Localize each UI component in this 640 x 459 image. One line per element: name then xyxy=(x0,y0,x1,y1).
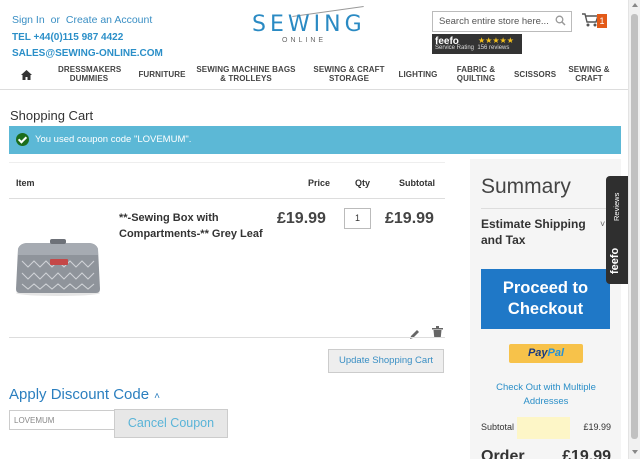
nav-item-sewing-machine-bags[interactable]: SEWING MACHINE BAGS & TROLLEYS xyxy=(193,65,299,83)
estimate-shipping-toggle[interactable]: Estimate Shipping and Tax xyxy=(481,216,593,248)
nav-item-lighting[interactable]: LIGHTING xyxy=(397,70,439,79)
nav-item-fabric-quilting[interactable]: FABRIC & QUILTING xyxy=(452,65,500,83)
feefo-tab-label: Reviews xyxy=(612,192,621,221)
highlight-bar xyxy=(517,417,570,439)
main-navigation: DRESSMAKERS DUMMIES FURNITURE SEWING MAC… xyxy=(0,60,628,90)
logo-word: SEWING xyxy=(252,12,366,37)
nav-item-sewing-craft-storage[interactable]: SEWING & CRAFT STORAGE xyxy=(312,65,386,83)
discount-toggle[interactable]: Apply Discount Code ˄ xyxy=(9,386,160,403)
feefo-tab-brand: feefo xyxy=(609,247,621,274)
scroll-down-icon[interactable] xyxy=(632,450,638,454)
chevron-down-icon[interactable]: ˅ xyxy=(600,219,605,229)
order-summary: Summary Estimate Shipping and Tax ˅ Proc… xyxy=(470,159,621,459)
col-price: Price xyxy=(308,178,331,188)
check-icon xyxy=(16,133,29,146)
page-title: Shopping Cart xyxy=(10,108,94,123)
alert-message: You used coupon code "LOVEMUM". xyxy=(35,134,192,145)
order-total-value: £19.99 xyxy=(562,448,611,459)
phone-number: TEL +44(0)115 987 4422 xyxy=(12,32,124,43)
discount-title: Apply Discount Code xyxy=(9,386,150,403)
product-image[interactable] xyxy=(12,235,104,297)
cart-count-badge[interactable]: 1 xyxy=(597,14,607,28)
col-item: Item xyxy=(16,178,35,188)
pencil-icon[interactable] xyxy=(409,327,420,345)
order-total-label: Order xyxy=(481,448,525,459)
col-subtotal: Subtotal xyxy=(399,178,435,188)
nav-item-dressmakers-dummies[interactable]: DRESSMAKERS DUMMIES xyxy=(58,65,121,83)
paypal-logo-pal: Pal xyxy=(547,347,565,359)
product-name-link[interactable]: **-Sewing Box with Compartments-** Grey … xyxy=(119,210,269,242)
feefo-service-rating: Service Rating 156 reviews xyxy=(435,45,510,51)
coupon-success-alert: You used coupon code "LOVEMUM". xyxy=(9,126,621,154)
update-cart-button[interactable]: Update Shopping Cart xyxy=(328,349,444,373)
or-text: or xyxy=(50,14,60,26)
summary-divider xyxy=(481,208,611,209)
site-logo[interactable]: SEWING ONLINE xyxy=(252,5,366,48)
vertical-scrollbar[interactable] xyxy=(628,0,640,459)
proceed-to-checkout-button[interactable]: Proceed to Checkout xyxy=(481,269,610,329)
cart-table-header: Item Price Qty Subtotal xyxy=(9,162,445,199)
multiple-addresses-link[interactable]: Check Out with Multiple Addresses xyxy=(481,381,611,409)
chevron-up-icon: ˄ xyxy=(154,391,160,402)
row-divider xyxy=(9,337,445,338)
logo-sub: ONLINE xyxy=(282,37,327,44)
summary-title: Summary xyxy=(481,175,571,198)
sign-in-link[interactable]: Sign In xyxy=(12,14,45,26)
quantity-input[interactable]: 1 xyxy=(344,208,371,229)
search-input[interactable]: Search entire store here... xyxy=(432,11,572,32)
search-icon[interactable] xyxy=(555,15,566,29)
rating-stars-icon: ★★★★★ xyxy=(478,36,514,45)
scroll-up-icon[interactable] xyxy=(632,3,638,7)
create-account-link[interactable]: Create an Account xyxy=(66,14,152,26)
scrollbar-thumb[interactable] xyxy=(631,14,638,439)
item-price: £19.99 xyxy=(277,210,326,227)
nav-item-sewing-craft[interactable]: SEWING & CRAFT xyxy=(566,65,612,83)
item-subtotal: £19.99 xyxy=(385,210,434,227)
coupon-code-input[interactable]: LOVEMUM xyxy=(9,410,115,430)
header-links: Sign In or Create an Account TEL +44(0)1… xyxy=(12,12,163,62)
cancel-coupon-button[interactable]: Cancel Coupon xyxy=(114,409,228,438)
trash-icon[interactable] xyxy=(432,325,443,343)
feefo-rating-badge[interactable]: feefo ★★★★★ Service Rating 156 reviews xyxy=(432,34,522,54)
paypal-button[interactable]: PayPal xyxy=(509,344,583,363)
col-qty: Qty xyxy=(355,178,371,188)
paypal-logo-pay: Pay xyxy=(527,347,548,359)
search-placeholder: Search entire store here... xyxy=(439,16,549,27)
subtotal-label: Subtotal xyxy=(481,422,515,432)
subtotal-value: £19.99 xyxy=(583,422,611,432)
summary-subtotal-row: Subtotal £19.99 xyxy=(481,417,611,439)
nav-item-furniture[interactable]: FURNITURE xyxy=(138,70,186,79)
nav-item-scissors[interactable]: SCISSORS xyxy=(514,70,556,79)
home-icon[interactable] xyxy=(21,67,32,85)
order-total-row: Order £19.99 xyxy=(481,448,611,459)
